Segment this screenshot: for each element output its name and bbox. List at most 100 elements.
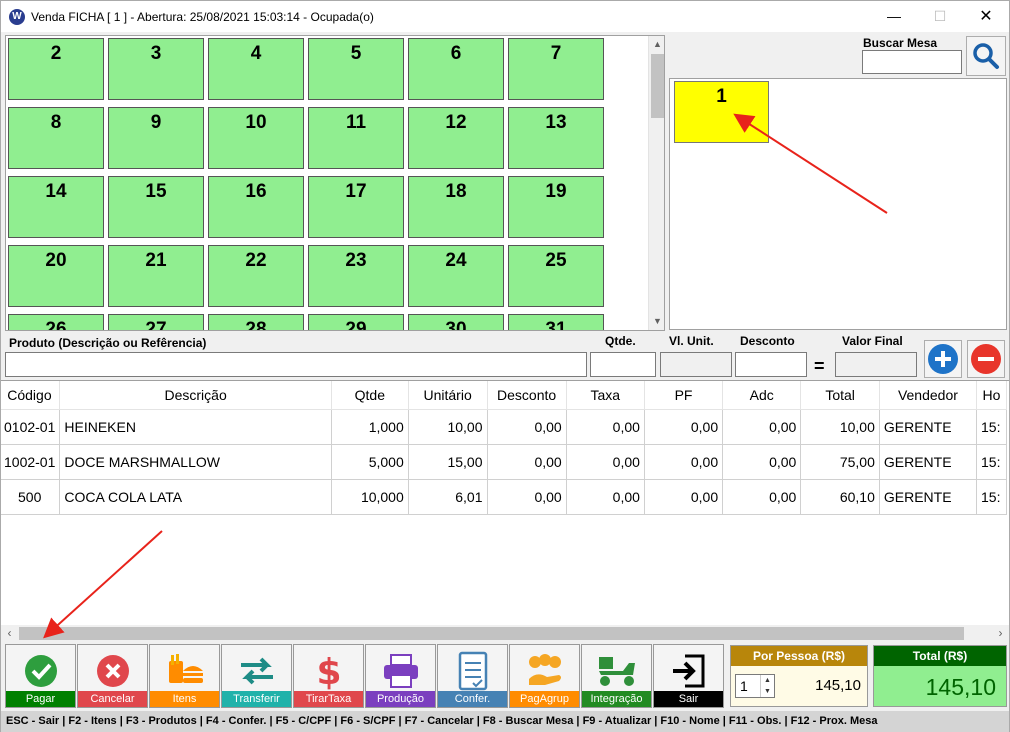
table-button[interactable]: 19 [508,176,604,238]
grid-column-header[interactable]: Ho [976,381,1007,410]
table-button[interactable]: 9 [108,107,204,169]
occupied-tables-panel: 1 [669,78,1007,330]
grid-column-header[interactable]: Desconto [487,381,567,410]
close-button[interactable]: ✕ [963,1,1009,31]
table-button[interactable]: 8 [8,107,104,169]
grid-cell: GERENTE [878,478,978,515]
table-button[interactable]: 27 [108,314,204,330]
table-button[interactable]: 25 [508,245,604,307]
window-title: Venda FICHA [ 1 ] - Abertura: 25/08/2021… [31,9,374,24]
table-button[interactable]: 26 [8,314,104,330]
tables-scrollbar[interactable]: ▲ ▼ [648,36,664,330]
scroll-thumb[interactable] [19,627,964,640]
table-button[interactable]: 30 [408,314,504,330]
grid-cell: 0,00 [643,408,724,445]
occupied-table-button[interactable]: 1 [674,81,769,143]
discount-input[interactable] [735,352,807,377]
grid-column-header[interactable]: PF [644,381,724,410]
table-button[interactable]: 18 [408,176,504,238]
toolbar-button-label: Itens [150,691,219,707]
add-item-button[interactable] [924,340,962,378]
scroll-down-icon[interactable]: ▼ [649,313,664,330]
search-table-input[interactable] [862,50,962,74]
grid-cell: 0,00 [486,443,567,480]
toolbar-button-produ-o[interactable]: Produção [365,644,436,708]
table-button[interactable]: 11 [308,107,404,169]
grid-cell: 0,00 [565,408,645,445]
grid-cell: 15: [976,443,1007,480]
grid-column-header[interactable]: Unitário [408,381,488,410]
remove-item-button[interactable] [967,340,1005,378]
table-button[interactable]: 17 [308,176,404,238]
table-row[interactable]: 500 COCA COLA LATA 10,000 6,01 0,00 0,00 0,00 0… [1,478,1007,515]
table-button[interactable]: 22 [208,245,304,307]
toolbar-button-pagar[interactable]: Pagar [5,644,76,708]
toolbar-button-label: Pagar [6,691,75,707]
maximize-button[interactable]: ☐ [917,1,963,31]
grid-column-header[interactable]: Adc [722,381,802,410]
grid-column-header[interactable]: Qtde [331,381,409,410]
table-button[interactable]: 16 [208,176,304,238]
toolbar-button-confer-[interactable]: Confer. [437,644,508,708]
final-value-input[interactable] [835,352,917,377]
grid-cell: 0,00 [643,478,724,515]
table-button[interactable]: 6 [408,38,504,100]
minimize-button[interactable]: — [871,1,917,31]
grid-cell: 15,00 [407,443,488,480]
unit-price-input[interactable] [660,352,732,377]
table-button[interactable]: 29 [308,314,404,330]
table-button[interactable]: 15 [108,176,204,238]
toolbar-button-cancelar[interactable]: Cancelar [77,644,148,708]
product-input[interactable] [5,352,587,377]
grid-column-header[interactable]: Total [800,381,880,410]
toolbar-button-transferir[interactable]: Transferir [221,644,292,708]
table-button[interactable]: 4 [208,38,304,100]
grid-cell: GERENTE [878,443,978,480]
table-row[interactable]: 1002-01 DOCE MARSHMALLOW 5,000 15,00 0,00 0,0… [1,443,1007,480]
toolbar-button-label: Produção [366,691,435,707]
table-button[interactable]: 24 [408,245,504,307]
scroll-up-icon[interactable]: ▲ [649,36,664,53]
search-icon [973,43,999,69]
table-button[interactable]: 23 [308,245,404,307]
table-button[interactable]: 7 [508,38,604,100]
grid-horizontal-scrollbar[interactable]: ‹ › [1,625,1009,642]
table-button[interactable]: 13 [508,107,604,169]
table-button[interactable]: 12 [408,107,504,169]
table-button[interactable]: 3 [108,38,204,100]
table-button[interactable]: 31 [508,314,604,330]
toolbar-button-label: Confer. [438,691,507,707]
scroll-right-icon[interactable]: › [992,625,1009,642]
table-button[interactable]: 2 [8,38,104,100]
toolbar-button-tirartaxa[interactable]: $ TirarTaxa [293,644,364,708]
toolbar-button-label: Sair [654,691,723,707]
toolbar-button-pagagrup[interactable]: PagAgrup [509,644,580,708]
printer-icon [366,649,435,693]
toolbar-button-sair[interactable]: Sair [653,644,724,708]
scroll-thumb[interactable] [651,54,664,118]
table-button[interactable]: 28 [208,314,304,330]
tables-panel: 2 3 4 5 6 7 8 9 10 11 12 13 14 15 16 17 18 19 20 21 22 23 24 25… [5,35,665,331]
grid-column-header[interactable]: Vendedor [879,381,978,410]
people-count-stepper[interactable]: 1 ▲ ▼ [735,674,775,698]
toolbar-button-integra-o[interactable]: Integração [581,644,652,708]
table-button[interactable]: 21 [108,245,204,307]
grid-column-header[interactable]: Descrição [59,381,332,410]
minus-circle-icon [971,344,1001,374]
grid-column-header[interactable]: Código [1,381,61,410]
scroll-left-icon[interactable]: ‹ [1,625,18,642]
app-logo-icon: W [9,8,25,25]
toolbar-button-itens[interactable]: Itens [149,644,220,708]
grid-cell: 5,000 [330,443,409,480]
grid-column-header[interactable]: Taxa [566,381,645,410]
stepper-arrows-icon[interactable]: ▲ ▼ [760,675,774,697]
grid-cell: DOCE MARSHMALLOW [59,443,332,480]
table-button[interactable]: 20 [8,245,104,307]
table-button[interactable]: 5 [308,38,404,100]
search-button[interactable] [966,36,1006,76]
table-button[interactable]: 14 [8,176,104,238]
table-button[interactable]: 10 [208,107,304,169]
qty-input[interactable] [590,352,656,377]
total-box: Total (R$) 145,10 [873,645,1007,707]
table-row[interactable]: 0102-01 HEINEKEN 1,000 10,00 0,00 0,00 0,00 0,0… [1,408,1007,445]
